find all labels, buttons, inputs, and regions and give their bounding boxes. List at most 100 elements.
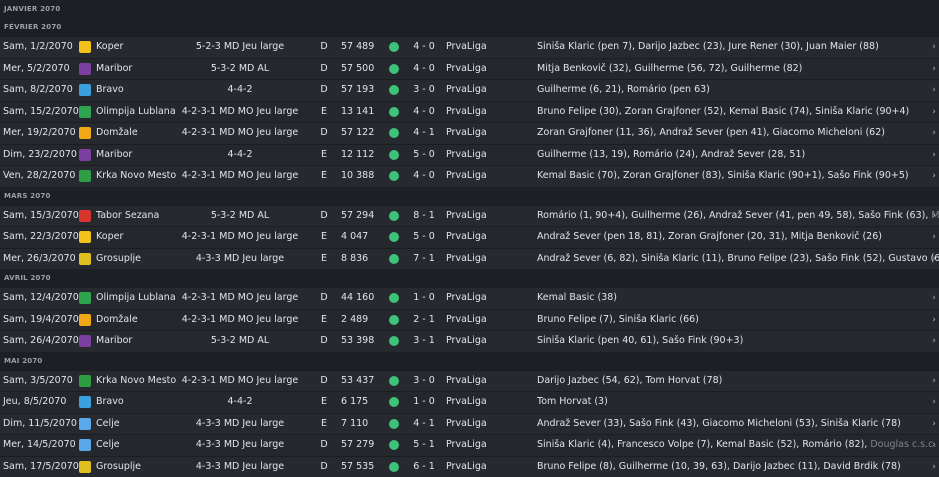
- match-row[interactable]: Mer, 26/3/2070Grosuplje4-3-3 MD Jeu larg…: [0, 248, 939, 270]
- match-date: Sam, 15/3/2070: [3, 206, 79, 227]
- club-badge-icon[interactable]: [79, 84, 91, 96]
- club-badge-icon[interactable]: [79, 335, 91, 347]
- club-badge-icon[interactable]: [79, 418, 91, 430]
- match-row[interactable]: Sam, 1/2/2070Koper5-2-3 MD Jeu largeD57 …: [0, 36, 939, 58]
- match-row[interactable]: Dim, 23/2/2070Maribor4-4-2E12 1125 - 0Pr…: [0, 144, 939, 166]
- chevron-right-icon[interactable]: ›: [929, 331, 939, 352]
- score: 3 - 0: [404, 80, 444, 101]
- chevron-right-icon[interactable]: ›: [929, 288, 939, 309]
- chevron-right-icon[interactable]: ›: [929, 371, 939, 392]
- competition[interactable]: PrvaLiga: [446, 102, 487, 123]
- chevron-right-icon[interactable]: ›: [929, 435, 939, 456]
- formation: 4-2-3-1 MD MO Jeu large: [170, 371, 310, 392]
- chevron-right-icon[interactable]: ›: [929, 145, 939, 166]
- match-row[interactable]: Jeu, 8/5/2070Bravo4-4-2E6 1751 - 0PrvaLi…: [0, 391, 939, 413]
- competition[interactable]: PrvaLiga: [446, 392, 487, 413]
- club-badge-icon[interactable]: [79, 396, 91, 408]
- chevron-right-icon[interactable]: ›: [929, 123, 939, 144]
- opponent-name[interactable]: Grosuplje: [96, 457, 141, 477]
- chevron-right-icon[interactable]: ›: [929, 166, 939, 187]
- opponent-name[interactable]: Krka Novo Mesto: [96, 166, 176, 187]
- match-row[interactable]: Sam, 19/4/2070Domžale4-2-3-1 MD MO Jeu l…: [0, 309, 939, 331]
- chevron-right-icon[interactable]: ›: [929, 457, 939, 477]
- opponent-name[interactable]: Maribor: [96, 145, 132, 166]
- chevron-right-icon[interactable]: ›: [929, 59, 939, 80]
- opponent-name[interactable]: Celje: [96, 435, 120, 456]
- club-badge-icon[interactable]: [79, 127, 91, 139]
- opponent-name[interactable]: Bravo: [96, 80, 124, 101]
- chevron-right-icon[interactable]: ›: [929, 392, 939, 413]
- competition[interactable]: PrvaLiga: [446, 414, 487, 435]
- club-badge-icon[interactable]: [79, 63, 91, 75]
- attendance: 57 279: [341, 435, 374, 456]
- club-badge-icon[interactable]: [79, 41, 91, 53]
- match-row[interactable]: Sam, 8/2/2070Bravo4-4-2D57 1933 - 0PrvaL…: [0, 79, 939, 101]
- match-row[interactable]: Ven, 28/2/2070Krka Novo Mesto4-2-3-1 MD …: [0, 165, 939, 187]
- competition[interactable]: PrvaLiga: [446, 457, 487, 477]
- chevron-right-icon[interactable]: ›: [929, 227, 939, 248]
- match-row[interactable]: Sam, 17/5/2070Grosuplje4-3-3 MD Jeu larg…: [0, 456, 939, 477]
- competition[interactable]: PrvaLiga: [446, 331, 487, 352]
- club-badge-icon[interactable]: [79, 149, 91, 161]
- venue: D: [318, 435, 330, 456]
- competition[interactable]: PrvaLiga: [446, 288, 487, 309]
- opponent-name[interactable]: Tabor Sezana: [96, 206, 159, 227]
- competition[interactable]: PrvaLiga: [446, 249, 487, 270]
- match-row[interactable]: Sam, 22/3/2070Koper4-2-3-1 MD MO Jeu lar…: [0, 226, 939, 248]
- match-date: Jeu, 8/5/2070: [3, 392, 66, 413]
- match-row[interactable]: Sam, 3/5/2070Krka Novo Mesto4-2-3-1 MD M…: [0, 370, 939, 392]
- match-row[interactable]: Dim, 11/5/2070Celje4-3-3 MD Jeu largeE7 …: [0, 413, 939, 435]
- club-badge-icon[interactable]: [79, 106, 91, 118]
- opponent-name[interactable]: Maribor: [96, 59, 132, 80]
- competition[interactable]: PrvaLiga: [446, 166, 487, 187]
- competition[interactable]: PrvaLiga: [446, 310, 487, 331]
- chevron-right-icon[interactable]: ›: [929, 37, 939, 58]
- competition[interactable]: PrvaLiga: [446, 37, 487, 58]
- club-badge-icon[interactable]: [79, 314, 91, 326]
- club-badge-icon[interactable]: [79, 439, 91, 451]
- club-badge-icon[interactable]: [79, 292, 91, 304]
- club-badge-icon[interactable]: [79, 210, 91, 222]
- match-row[interactable]: Sam, 26/4/2070Maribor5-3-2 MD ALD53 3983…: [0, 330, 939, 352]
- goalscorers: Bruno Felipe (7), Siniša Klaric (66): [537, 310, 939, 331]
- chevron-right-icon[interactable]: ›: [929, 249, 939, 270]
- competition[interactable]: PrvaLiga: [446, 80, 487, 101]
- opponent-name[interactable]: Koper: [96, 227, 123, 248]
- chevron-right-icon[interactable]: ›: [929, 414, 939, 435]
- chevron-right-icon[interactable]: ›: [929, 102, 939, 123]
- opponent-name[interactable]: Domžale: [96, 310, 138, 331]
- club-badge-icon[interactable]: [79, 375, 91, 387]
- opponent-name[interactable]: Krka Novo Mesto: [96, 371, 176, 392]
- competition[interactable]: PrvaLiga: [446, 371, 487, 392]
- match-row[interactable]: Mer, 19/2/2070Domžale4-2-3-1 MD MO Jeu l…: [0, 122, 939, 144]
- club-badge-icon[interactable]: [79, 170, 91, 182]
- club-badge-icon[interactable]: [79, 253, 91, 265]
- opponent-name[interactable]: Domžale: [96, 123, 138, 144]
- chevron-right-icon[interactable]: ›: [929, 80, 939, 101]
- club-badge-icon[interactable]: [79, 231, 91, 243]
- opponent-name[interactable]: Maribor: [96, 331, 132, 352]
- competition[interactable]: PrvaLiga: [446, 145, 487, 166]
- competition[interactable]: PrvaLiga: [446, 59, 487, 80]
- venue: E: [318, 145, 330, 166]
- attendance: 57 500: [341, 59, 374, 80]
- club-badge-icon[interactable]: [79, 461, 91, 473]
- chevron-right-icon[interactable]: ›: [929, 206, 939, 227]
- match-row[interactable]: Mer, 5/2/2070Maribor5-3-2 MD ALD57 5004 …: [0, 58, 939, 80]
- match-row[interactable]: Mer, 14/5/2070Celje4-3-3 MD Jeu largeD57…: [0, 434, 939, 456]
- result-win-icon: [389, 232, 399, 242]
- match-row[interactable]: Sam, 15/2/2070Olimpija Lublana4-2-3-1 MD…: [0, 101, 939, 123]
- chevron-right-icon[interactable]: ›: [929, 310, 939, 331]
- competition[interactable]: PrvaLiga: [446, 435, 487, 456]
- competition[interactable]: PrvaLiga: [446, 206, 487, 227]
- opponent-name[interactable]: Olimpija Lublana: [96, 288, 176, 309]
- opponent-name[interactable]: Celje: [96, 414, 120, 435]
- opponent-name[interactable]: Olimpija Lublana: [96, 102, 176, 123]
- competition[interactable]: PrvaLiga: [446, 227, 487, 248]
- match-row[interactable]: Sam, 15/3/2070Tabor Sezana5-3-2 MD ALD57…: [0, 205, 939, 227]
- competition[interactable]: PrvaLiga: [446, 123, 487, 144]
- opponent-name[interactable]: Bravo: [96, 392, 124, 413]
- match-row[interactable]: Sam, 12/4/2070Olimpija Lublana4-2-3-1 MD…: [0, 287, 939, 309]
- opponent-name[interactable]: Koper: [96, 37, 123, 58]
- opponent-name[interactable]: Grosuplje: [96, 249, 141, 270]
